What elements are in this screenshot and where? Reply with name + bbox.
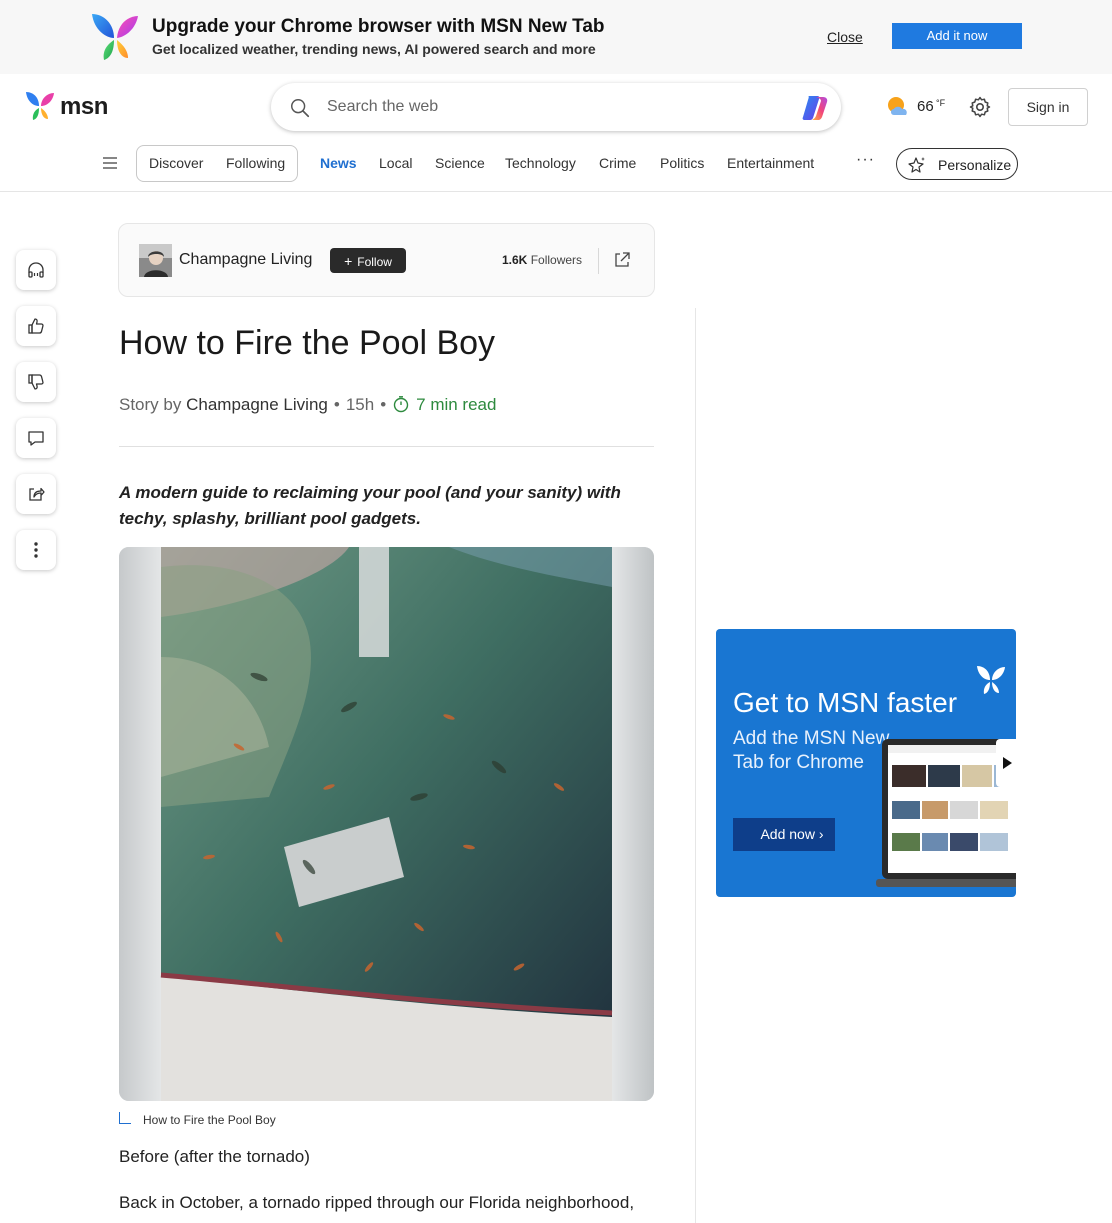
followers-label: Followers bbox=[530, 253, 583, 267]
byline-separator: • bbox=[380, 395, 387, 414]
copilot-icon[interactable] bbox=[799, 92, 831, 124]
follow-label: Follow bbox=[357, 254, 392, 269]
msn-new-tab-ad[interactable]: Get to MSN faster Add the MSN New Tab fo… bbox=[716, 629, 1016, 897]
promo-banner: Upgrade your Chrome browser with MSN New… bbox=[0, 0, 1112, 74]
play-icon bbox=[1003, 757, 1012, 769]
article-paragraph: Before (after the tornado) bbox=[119, 1147, 310, 1166]
promo-title: Upgrade your Chrome browser with MSN New… bbox=[152, 16, 605, 37]
timer-icon bbox=[393, 396, 409, 413]
more-options-button[interactable] bbox=[16, 530, 56, 570]
hero-image[interactable] bbox=[119, 547, 654, 1101]
gear-icon[interactable] bbox=[968, 95, 992, 119]
share-button[interactable] bbox=[16, 474, 56, 514]
weather-temperature: 66 bbox=[917, 98, 934, 115]
msn-butterfly-white-icon bbox=[977, 666, 1005, 694]
comment-button[interactable] bbox=[16, 418, 56, 458]
headphones-icon bbox=[28, 262, 44, 278]
ad-title: Get to MSN faster bbox=[733, 687, 958, 718]
publisher-divider bbox=[598, 248, 599, 274]
read-time-label: 7 min read bbox=[416, 395, 497, 414]
caption-marker bbox=[119, 1112, 131, 1124]
hamburger-menu-icon[interactable] bbox=[101, 155, 119, 171]
byline-age: 15h bbox=[345, 395, 375, 414]
read-time: 7 min read bbox=[392, 395, 496, 414]
image-caption: How to Fire the Pool Boy bbox=[143, 1113, 276, 1127]
thumbs-down-icon bbox=[28, 374, 44, 390]
feed-switcher: Discover Following bbox=[136, 145, 298, 182]
promo-add-button[interactable]: Add it now bbox=[892, 23, 1022, 49]
listen-button[interactable] bbox=[16, 250, 56, 290]
nav-item-local[interactable]: Local bbox=[379, 155, 412, 171]
personalize-button[interactable]: Personalize bbox=[896, 148, 1018, 180]
laptop-illustration bbox=[876, 739, 1016, 887]
dislike-button[interactable] bbox=[16, 362, 56, 402]
followers-count: 1.6K Followers bbox=[502, 253, 582, 267]
publisher-avatar[interactable] bbox=[139, 244, 172, 277]
promo-subtitle: Get localized weather, trending news, AI… bbox=[152, 41, 596, 57]
nav-item-science[interactable]: Science bbox=[435, 155, 485, 171]
nav-item-politics[interactable]: Politics bbox=[660, 155, 704, 171]
pool-photo bbox=[119, 547, 654, 1101]
nav-item-entertainment[interactable]: Entertainment bbox=[727, 155, 814, 171]
chevron-right-icon: › bbox=[818, 826, 824, 842]
publisher-name[interactable]: Champagne Living bbox=[179, 251, 312, 269]
thumbs-up-icon bbox=[28, 318, 44, 334]
msn-butterfly-logo-icon bbox=[92, 14, 138, 60]
plus-icon: + bbox=[344, 252, 353, 269]
tab-following[interactable]: Following bbox=[226, 155, 285, 171]
weather-widget[interactable]: 66 °F bbox=[885, 94, 955, 120]
article-title: How to Fire the Pool Boy bbox=[119, 324, 496, 362]
publisher-card: Champagne Living + Follow 1.6K Followers bbox=[118, 223, 655, 297]
article-lede: A modern guide to reclaiming your pool (… bbox=[119, 483, 621, 528]
byline-separator: • bbox=[333, 395, 340, 414]
nav-divider bbox=[0, 191, 1112, 192]
byline: Story by Champagne Living • 15h • 7 min read bbox=[119, 395, 496, 415]
sparkle-star-icon bbox=[908, 157, 925, 173]
sign-in-button[interactable]: Sign in bbox=[1008, 88, 1088, 126]
nav-more-button[interactable]: ··· bbox=[856, 151, 875, 169]
promo-close-button[interactable]: Close bbox=[827, 29, 863, 45]
byline-author[interactable]: Champagne Living bbox=[186, 395, 328, 414]
vertical-dots-icon bbox=[34, 542, 38, 558]
ad-add-now-button[interactable]: Add now › bbox=[733, 818, 835, 851]
like-button[interactable] bbox=[16, 306, 56, 346]
nav-item-crime[interactable]: Crime bbox=[599, 155, 636, 171]
msn-logo-text[interactable]: msn bbox=[60, 93, 108, 121]
share-icon bbox=[29, 487, 45, 501]
nav-item-news[interactable]: News bbox=[320, 155, 357, 171]
article-paragraph: Back in October, a tornado ripped throug… bbox=[119, 1193, 635, 1212]
ad-subtitle: Add the MSN New Tab for Chrome bbox=[733, 728, 890, 773]
follow-button[interactable]: + Follow bbox=[330, 248, 406, 273]
byline-divider bbox=[119, 446, 654, 447]
tab-discover[interactable]: Discover bbox=[149, 155, 203, 171]
weather-unit: °F bbox=[936, 98, 946, 108]
ad-button-label: Add now bbox=[760, 826, 815, 842]
open-external-icon[interactable] bbox=[613, 251, 631, 269]
comment-icon bbox=[28, 431, 44, 446]
personalize-label: Personalize bbox=[938, 157, 1012, 173]
column-divider bbox=[695, 308, 696, 1223]
search-icon[interactable] bbox=[289, 97, 311, 119]
ad-play-button[interactable] bbox=[996, 739, 1016, 787]
followers-number: 1.6K bbox=[502, 253, 528, 267]
partly-cloudy-icon bbox=[888, 97, 907, 115]
byline-prefix: Story by bbox=[119, 395, 182, 414]
search-bar bbox=[271, 83, 841, 131]
nav-item-technology[interactable]: Technology bbox=[505, 155, 576, 171]
search-input[interactable] bbox=[327, 95, 787, 119]
msn-logo-icon[interactable] bbox=[24, 90, 56, 122]
